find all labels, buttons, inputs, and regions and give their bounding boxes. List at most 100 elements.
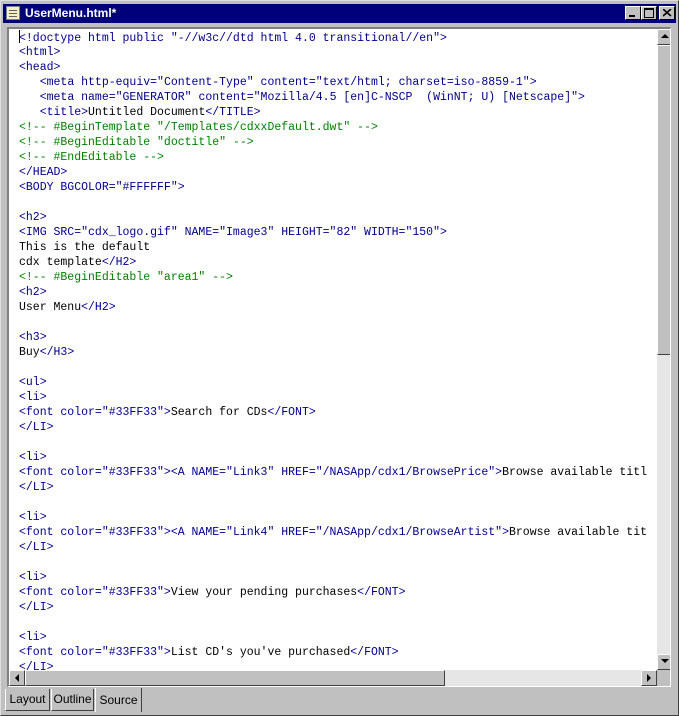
- html-tag: </H2>: [81, 301, 116, 314]
- html-tag: </HEAD>: [19, 166, 68, 179]
- vertical-scrollbar[interactable]: [657, 29, 670, 670]
- html-comment: <!-- #BeginTemplate "/Templates/cdxxDefa…: [19, 121, 378, 134]
- code-line: <!-- #BeginEditable "doctitle" -->: [19, 135, 655, 150]
- text-content: Search for CDs: [170, 406, 268, 419]
- html-tag: <h3>: [19, 331, 47, 344]
- code-line: </LI>: [19, 420, 655, 435]
- arrow-down-icon: [661, 659, 669, 663]
- source-editor[interactable]: <!doctype html public "-//w3c//dtd html …: [7, 27, 671, 687]
- text-content: List CD's you've purchased: [170, 646, 351, 659]
- html-tag: <A NAME="Link4" HREF="/NASApp/cdx1/Brows…: [170, 526, 509, 539]
- text-content: View your pending purchases: [170, 586, 358, 599]
- text-content: This is the default: [19, 241, 151, 254]
- code-line: <!doctype html public "-//w3c//dtd html …: [19, 30, 655, 45]
- code-line: <h2>: [19, 210, 655, 225]
- scroll-left-button[interactable]: [9, 670, 25, 686]
- text-content: User Menu: [19, 301, 82, 314]
- html-comment: <!-- #BeginEditable "area1" -->: [19, 271, 233, 284]
- code-line: <ul>: [19, 375, 655, 390]
- close-icon: [663, 9, 672, 17]
- tab-layout[interactable]: Layout: [5, 689, 50, 711]
- code-line: <html>: [19, 45, 655, 60]
- html-tag: <meta http-equiv="Content-Type" content=…: [39, 76, 537, 89]
- title-bar[interactable]: UserMenu.html*: [3, 4, 676, 23]
- text-content: Untitled Document: [88, 106, 206, 119]
- html-tag: <title>: [39, 106, 89, 119]
- code-line: cdx template</H2>: [19, 255, 655, 270]
- code-line: <li>: [19, 450, 655, 465]
- scroll-up-button[interactable]: [657, 29, 670, 45]
- html-tag: <head>: [19, 61, 61, 74]
- document-icon: [6, 6, 20, 20]
- code-line: <font color="#33FF33">Search for CDs</FO…: [19, 405, 655, 420]
- text-content: [19, 76, 40, 89]
- html-tag: </LI>: [19, 541, 54, 554]
- html-tag: <li>: [19, 451, 47, 464]
- arrow-up-icon: [661, 34, 669, 38]
- html-tag: <font color="#33FF33">: [19, 526, 171, 539]
- html-tag: <li>: [19, 571, 47, 584]
- code-line: <IMG SRC="cdx_logo.gif" NAME="Image3" HE…: [19, 225, 655, 240]
- editor-window: UserMenu.html* <!doctype html public "-/…: [0, 0, 679, 716]
- html-tag: </LI>: [19, 661, 54, 670]
- html-comment: <!-- #BeginEditable "doctitle" -->: [19, 136, 254, 149]
- code-line: <!-- #BeginEditable "area1" -->: [19, 270, 655, 285]
- code-line: User Menu</H2>: [19, 300, 655, 315]
- close-button[interactable]: [659, 6, 675, 20]
- code-line: <head>: [19, 60, 655, 75]
- tab-source[interactable]: Source: [95, 688, 142, 712]
- code-line: This is the default: [19, 240, 655, 255]
- horizontal-scroll-thumb[interactable]: [25, 670, 445, 686]
- code-line: <li>: [19, 570, 655, 585]
- arrow-left-icon: [15, 674, 19, 682]
- maximize-button[interactable]: [641, 6, 657, 20]
- html-tag: <h2>: [19, 211, 47, 224]
- html-tag: <font color="#33FF33">: [19, 646, 171, 659]
- html-tag: </FONT>: [267, 406, 316, 419]
- html-comment: <!-- #EndEditable -->: [19, 151, 164, 164]
- code-line: <h2>: [19, 285, 655, 300]
- html-tag: <font color="#33FF33">: [19, 406, 171, 419]
- code-line: <font color="#33FF33">View your pending …: [19, 585, 655, 600]
- arrow-right-icon: [647, 674, 651, 682]
- scroll-corner: [657, 670, 670, 686]
- code-line: <title>Untitled Document</TITLE>: [19, 105, 655, 120]
- html-tag: <ul>: [19, 376, 47, 389]
- html-tag: </LI>: [19, 421, 54, 434]
- scroll-down-button[interactable]: [657, 654, 670, 670]
- minimize-button[interactable]: [625, 6, 641, 20]
- code-line: <font color="#33FF33"><A NAME="Link3" HR…: [19, 465, 655, 480]
- html-tag: </H3>: [39, 346, 75, 359]
- html-tag: <font color="#33FF33">: [19, 466, 171, 479]
- html-tag: <li>: [19, 631, 47, 644]
- code-line: <!-- #EndEditable -->: [19, 150, 655, 165]
- code-line: <meta http-equiv="Content-Type" content=…: [19, 75, 655, 90]
- tab-outline[interactable]: Outline: [51, 689, 94, 711]
- code-line: <h3>: [19, 330, 655, 345]
- html-tag: </FONT>: [357, 586, 406, 599]
- code-line: <li>: [19, 630, 655, 645]
- html-tag: <li>: [19, 511, 47, 524]
- html-tag: <IMG SRC="cdx_logo.gif" NAME="Image3" HE…: [19, 226, 447, 239]
- text-content: Browse available tit: [508, 526, 648, 539]
- code-line: <li>: [19, 510, 655, 525]
- code-area[interactable]: <!doctype html public "-//w3c//dtd html …: [19, 30, 655, 670]
- scroll-right-button[interactable]: [641, 670, 657, 686]
- text-content: Browse available titl: [502, 466, 648, 479]
- html-tag: <li>: [19, 391, 47, 404]
- code-line: </LI>: [19, 600, 655, 615]
- html-tag: <!doctype html public "-//w3c//dtd html …: [19, 32, 447, 45]
- horizontal-scrollbar[interactable]: [9, 670, 657, 686]
- text-content: cdx template: [19, 256, 102, 269]
- vertical-scroll-thumb[interactable]: [657, 45, 670, 355]
- text-content: [19, 91, 40, 104]
- code-line: </HEAD>: [19, 165, 655, 180]
- html-tag: </H2>: [101, 256, 137, 269]
- code-line: <!-- #BeginTemplate "/Templates/cdxxDefa…: [19, 120, 655, 135]
- html-tag: <html>: [19, 46, 61, 59]
